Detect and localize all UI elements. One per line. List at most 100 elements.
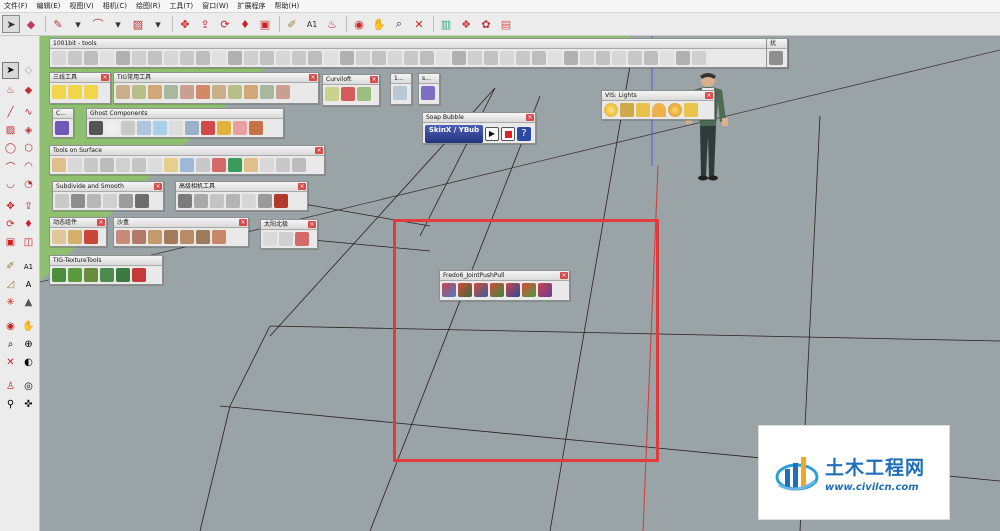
tool-icon[interactable] xyxy=(484,51,498,65)
tool-icon[interactable] xyxy=(420,51,434,65)
tool-icon[interactable] xyxy=(103,194,117,208)
tool-icon[interactable] xyxy=(260,51,274,65)
tool-icon[interactable] xyxy=(404,51,418,65)
dropdown-icon[interactable]: ▾ xyxy=(109,15,127,33)
arc-icon[interactable]: ⌒ xyxy=(89,15,107,33)
tool-icon[interactable] xyxy=(468,51,482,65)
menu-view[interactable]: 视图(V) xyxy=(69,0,93,12)
tool-icon[interactable] xyxy=(105,121,119,135)
tool-icon[interactable] xyxy=(452,51,466,65)
tool-icon[interactable] xyxy=(68,268,82,282)
tool-icon[interactable] xyxy=(276,51,290,65)
tool-icon[interactable] xyxy=(388,51,402,65)
tool-icon[interactable] xyxy=(644,51,658,65)
tool-icon[interactable] xyxy=(325,87,339,101)
menu-camera[interactable]: 相机(C) xyxy=(103,0,127,12)
position-camera-icon[interactable]: ♙ xyxy=(2,378,19,395)
tool-icon[interactable] xyxy=(769,51,783,65)
zoom-icon[interactable]: ⌕ xyxy=(390,15,408,33)
axes-icon[interactable]: ✳ xyxy=(2,294,19,311)
text-icon[interactable]: A xyxy=(20,276,37,293)
tool-icon[interactable] xyxy=(393,86,407,100)
look-around-icon[interactable]: ◎ xyxy=(20,378,37,395)
tool-icon[interactable] xyxy=(244,85,258,99)
tool-icon[interactable] xyxy=(548,51,562,65)
menu-help[interactable]: 帮助(H) xyxy=(274,0,299,12)
scale-icon[interactable]: ▣ xyxy=(256,15,274,33)
tool-icon[interactable] xyxy=(52,85,66,99)
tool-icon[interactable] xyxy=(196,230,210,244)
rectangle-icon[interactable]: ▨ xyxy=(129,15,147,33)
freehand-icon[interactable]: ∿ xyxy=(20,104,37,121)
line-icon[interactable]: ╱ xyxy=(2,104,19,121)
tool-icon[interactable] xyxy=(217,121,231,135)
push-pull-icon[interactable]: ⇪ xyxy=(20,198,37,215)
tool-icon[interactable] xyxy=(135,194,149,208)
tool-icon[interactable] xyxy=(68,230,82,244)
protractor-icon[interactable]: ◿ xyxy=(2,276,19,293)
close-icon[interactable]: × xyxy=(370,76,378,83)
tool-icon[interactable] xyxy=(164,85,178,99)
close-icon[interactable]: × xyxy=(239,219,247,226)
tool-icon[interactable] xyxy=(169,121,183,135)
tool-icon[interactable] xyxy=(421,86,435,100)
tool-icon[interactable] xyxy=(55,121,69,135)
tool-icon[interactable] xyxy=(137,121,151,135)
tool-icon[interactable] xyxy=(100,158,114,172)
orbit-icon[interactable]: ◉ xyxy=(2,318,19,335)
tool-icon[interactable] xyxy=(212,230,226,244)
tool-icon[interactable] xyxy=(228,85,242,99)
dropdown-icon[interactable]: ▾ xyxy=(69,15,87,33)
tool-icon[interactable] xyxy=(84,268,98,282)
tool-icon[interactable] xyxy=(148,85,162,99)
tool-icon[interactable] xyxy=(263,232,277,246)
move-icon[interactable]: ✥ xyxy=(2,198,19,215)
tool-icon[interactable] xyxy=(148,230,162,244)
close-icon[interactable]: × xyxy=(97,219,105,226)
tool-icon[interactable] xyxy=(116,51,130,65)
tool-icon[interactable] xyxy=(201,121,215,135)
tool-icon[interactable] xyxy=(660,51,674,65)
tool-icon[interactable] xyxy=(180,51,194,65)
menu-tools[interactable]: 工具(T) xyxy=(169,0,193,12)
tool-icon[interactable] xyxy=(249,121,263,135)
components-icon[interactable]: ❖ xyxy=(457,15,475,33)
close-icon[interactable]: × xyxy=(705,92,713,99)
text-icon[interactable]: A1 xyxy=(303,15,321,33)
tool-icon[interactable] xyxy=(52,51,66,65)
tool-icon[interactable] xyxy=(196,51,210,65)
menu-edit[interactable]: 编辑(E) xyxy=(37,0,61,12)
move-icon[interactable]: ✥ xyxy=(176,15,194,33)
tool-icon[interactable] xyxy=(292,51,306,65)
zoom-extents-icon[interactable]: ✕ xyxy=(410,15,428,33)
menu-file[interactable]: 文件(F) xyxy=(4,0,28,12)
orbit-icon[interactable]: ◉ xyxy=(350,15,368,33)
tool-icon[interactable] xyxy=(180,85,194,99)
tool-icon[interactable] xyxy=(68,158,82,172)
tool-icon[interactable] xyxy=(196,85,210,99)
tool-icon[interactable] xyxy=(100,268,114,282)
offset-icon[interactable]: ◫ xyxy=(20,234,37,251)
paint-bucket-icon[interactable]: ♨ xyxy=(323,15,341,33)
tool-icon[interactable] xyxy=(68,51,82,65)
two-point-arc-icon[interactable]: ◠ xyxy=(20,158,37,175)
tool-icon[interactable] xyxy=(116,268,130,282)
eraser-icon[interactable]: ◆ xyxy=(22,15,40,33)
zoom-extents-icon[interactable]: ✕ xyxy=(2,354,19,371)
tool-icon[interactable] xyxy=(341,87,355,101)
tool-icon[interactable] xyxy=(228,51,242,65)
menu-extensions[interactable]: 扩展程序 xyxy=(237,0,265,12)
follow-me-icon[interactable]: ♦ xyxy=(20,216,37,233)
tool-icon[interactable] xyxy=(692,51,706,65)
walk-icon[interactable]: ⚲ xyxy=(2,396,19,413)
tool-icon[interactable] xyxy=(372,51,386,65)
tool-icon[interactable] xyxy=(279,232,293,246)
tool-icon[interactable] xyxy=(260,85,274,99)
tool-icon[interactable] xyxy=(226,194,240,208)
3d-text-icon[interactable]: ▲ xyxy=(20,294,37,311)
tool-icon[interactable] xyxy=(153,121,167,135)
follow-me-icon[interactable]: ♦ xyxy=(236,15,254,33)
make-component-icon[interactable]: ◇ xyxy=(20,62,37,79)
close-icon[interactable]: × xyxy=(309,74,317,81)
tool-icon[interactable] xyxy=(357,87,371,101)
